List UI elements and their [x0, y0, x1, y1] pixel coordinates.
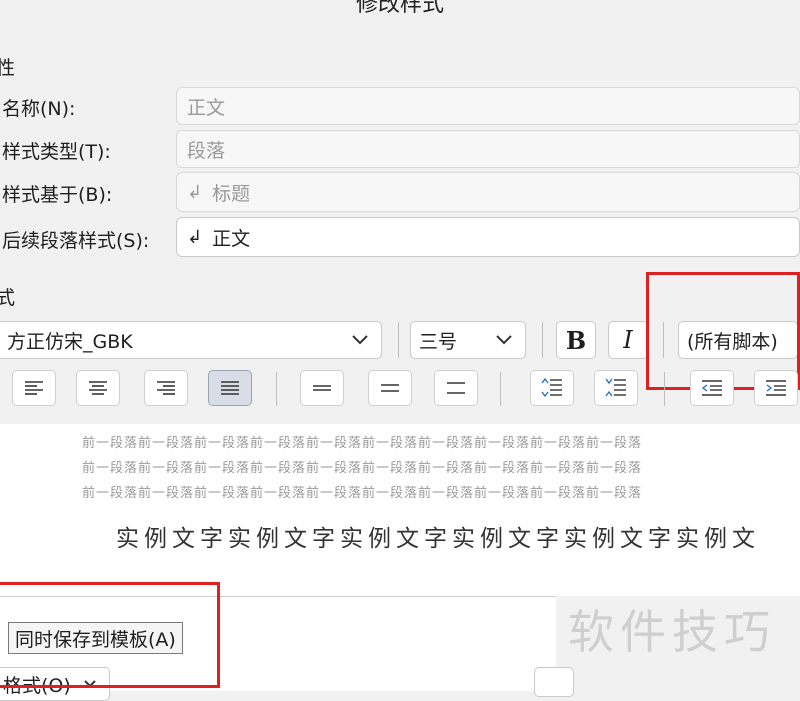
style-type-value: 段落 [187, 139, 226, 162]
single-spacing-icon [313, 385, 331, 391]
increase-indent-button[interactable] [754, 370, 798, 406]
properties-section-label: 性 [0, 57, 16, 79]
double-spacing-button[interactable] [434, 370, 478, 406]
name-value: 正文 [187, 96, 226, 119]
previous-paragraph-line: 前一段落前一段落前一段落前一段落前一段落前一段落前一段落前一段落前一段落前一段落 [82, 461, 643, 476]
highlight-box [0, 582, 220, 688]
align-left-button[interactable] [12, 370, 56, 406]
single-spacing-button[interactable] [300, 370, 344, 406]
decrease-paragraph-spacing-icon [605, 378, 626, 397]
italic-icon: I [623, 326, 633, 354]
font-value: 方正仿宋_GBK [7, 330, 133, 353]
next-style-value: 正文 [212, 227, 251, 250]
name-field[interactable]: 正文 [176, 87, 800, 125]
bold-button[interactable]: B [556, 321, 596, 359]
chevron-down-icon [352, 335, 368, 345]
bold-icon: B [565, 325, 587, 355]
align-center-icon [89, 381, 107, 395]
justify-button[interactable] [208, 370, 252, 406]
toolbar-divider [542, 322, 543, 358]
paragraph-mark-icon: ↲ [187, 226, 203, 248]
font-select[interactable]: 方正仿宋_GBK [0, 321, 382, 359]
size-select[interactable]: 三号 [410, 321, 526, 359]
align-left-icon [25, 381, 43, 395]
dialog-button[interactable] [534, 667, 574, 697]
increase-indent-icon [766, 380, 786, 396]
style-type-field[interactable]: 段落 [176, 130, 800, 168]
decrease-indent-icon [701, 380, 722, 396]
chevron-down-icon [496, 335, 512, 345]
double-spacing-icon [447, 382, 465, 394]
one-half-spacing-button[interactable] [368, 370, 412, 406]
style-type-label: 样式类型(T): [2, 141, 111, 163]
name-label: 名称(N): [2, 98, 76, 120]
increase-spacing-button[interactable] [530, 370, 574, 406]
justify-icon [221, 381, 239, 395]
previous-paragraph-line: 前一段落前一段落前一段落前一段落前一段落前一段落前一段落前一段落前一段落前一段落 [82, 486, 643, 501]
format-section-label: 式 [0, 287, 16, 309]
watermark-text: 软件技巧 [568, 605, 776, 659]
one-half-spacing-icon [381, 384, 399, 392]
previous-paragraph-line: 前一段落前一段落前一段落前一段落前一段落前一段落前一段落前一段落前一段落前一段落 [82, 436, 643, 451]
size-value: 三号 [419, 330, 458, 353]
dialog-title: 修改样式 [355, 0, 444, 17]
paragraph-mark-icon: ↲ [187, 181, 203, 203]
decrease-indent-button[interactable] [690, 370, 734, 406]
decrease-spacing-button[interactable] [594, 370, 638, 406]
sample-text: 实例文字实例文字实例文字实例文字实例文字实例文 [116, 526, 760, 552]
based-on-value: 标题 [212, 182, 251, 205]
toolbar-divider [664, 372, 665, 406]
next-style-field[interactable]: ↲ 正文 [176, 217, 800, 257]
based-on-label: 样式基于(B): [2, 184, 113, 206]
increase-paragraph-spacing-icon [541, 377, 562, 398]
toolbar-divider [500, 372, 501, 406]
toolbar-divider [398, 322, 399, 358]
preview-pane: 前一段落前一段落前一段落前一段落前一段落前一段落前一段落前一段落前一段落前一段落… [0, 424, 800, 596]
align-right-button[interactable] [144, 370, 188, 406]
next-style-label: 后续段落样式(S): [2, 230, 150, 252]
align-center-button[interactable] [76, 370, 120, 406]
based-on-field[interactable]: ↲ 标题 [176, 172, 800, 212]
italic-button[interactable]: I [608, 321, 648, 359]
toolbar-divider [276, 372, 277, 406]
align-right-icon [157, 381, 175, 395]
